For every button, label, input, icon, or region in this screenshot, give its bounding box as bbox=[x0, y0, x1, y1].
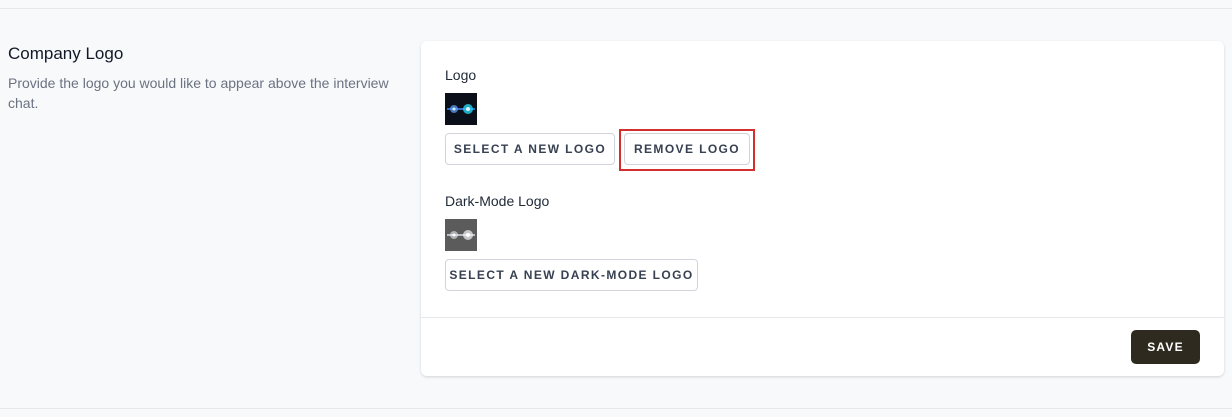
logo-settings-card: Logo SELECT A NEW LOGO REMOVE LOGO Dark-… bbox=[421, 41, 1224, 376]
dark-mode-logo-thumbnail-icon bbox=[445, 219, 477, 251]
top-divider bbox=[0, 8, 1232, 9]
section-description: Provide the logo you would like to appea… bbox=[8, 75, 389, 111]
select-new-logo-button[interactable]: SELECT A NEW LOGO bbox=[445, 133, 615, 165]
remove-logo-highlight bbox=[619, 129, 755, 171]
bottom-divider bbox=[0, 408, 1232, 409]
section-title: Company Logo bbox=[8, 44, 124, 63]
dark-mode-logo-label: Dark-Mode Logo bbox=[445, 193, 550, 209]
select-new-dark-mode-logo-button[interactable]: SELECT A NEW DARK-MODE LOGO bbox=[445, 259, 698, 291]
logo-thumbnail-icon bbox=[445, 93, 477, 125]
card-footer-divider bbox=[421, 317, 1224, 318]
logo-label: Logo bbox=[445, 67, 477, 83]
save-button[interactable]: SAVE bbox=[1131, 330, 1200, 364]
